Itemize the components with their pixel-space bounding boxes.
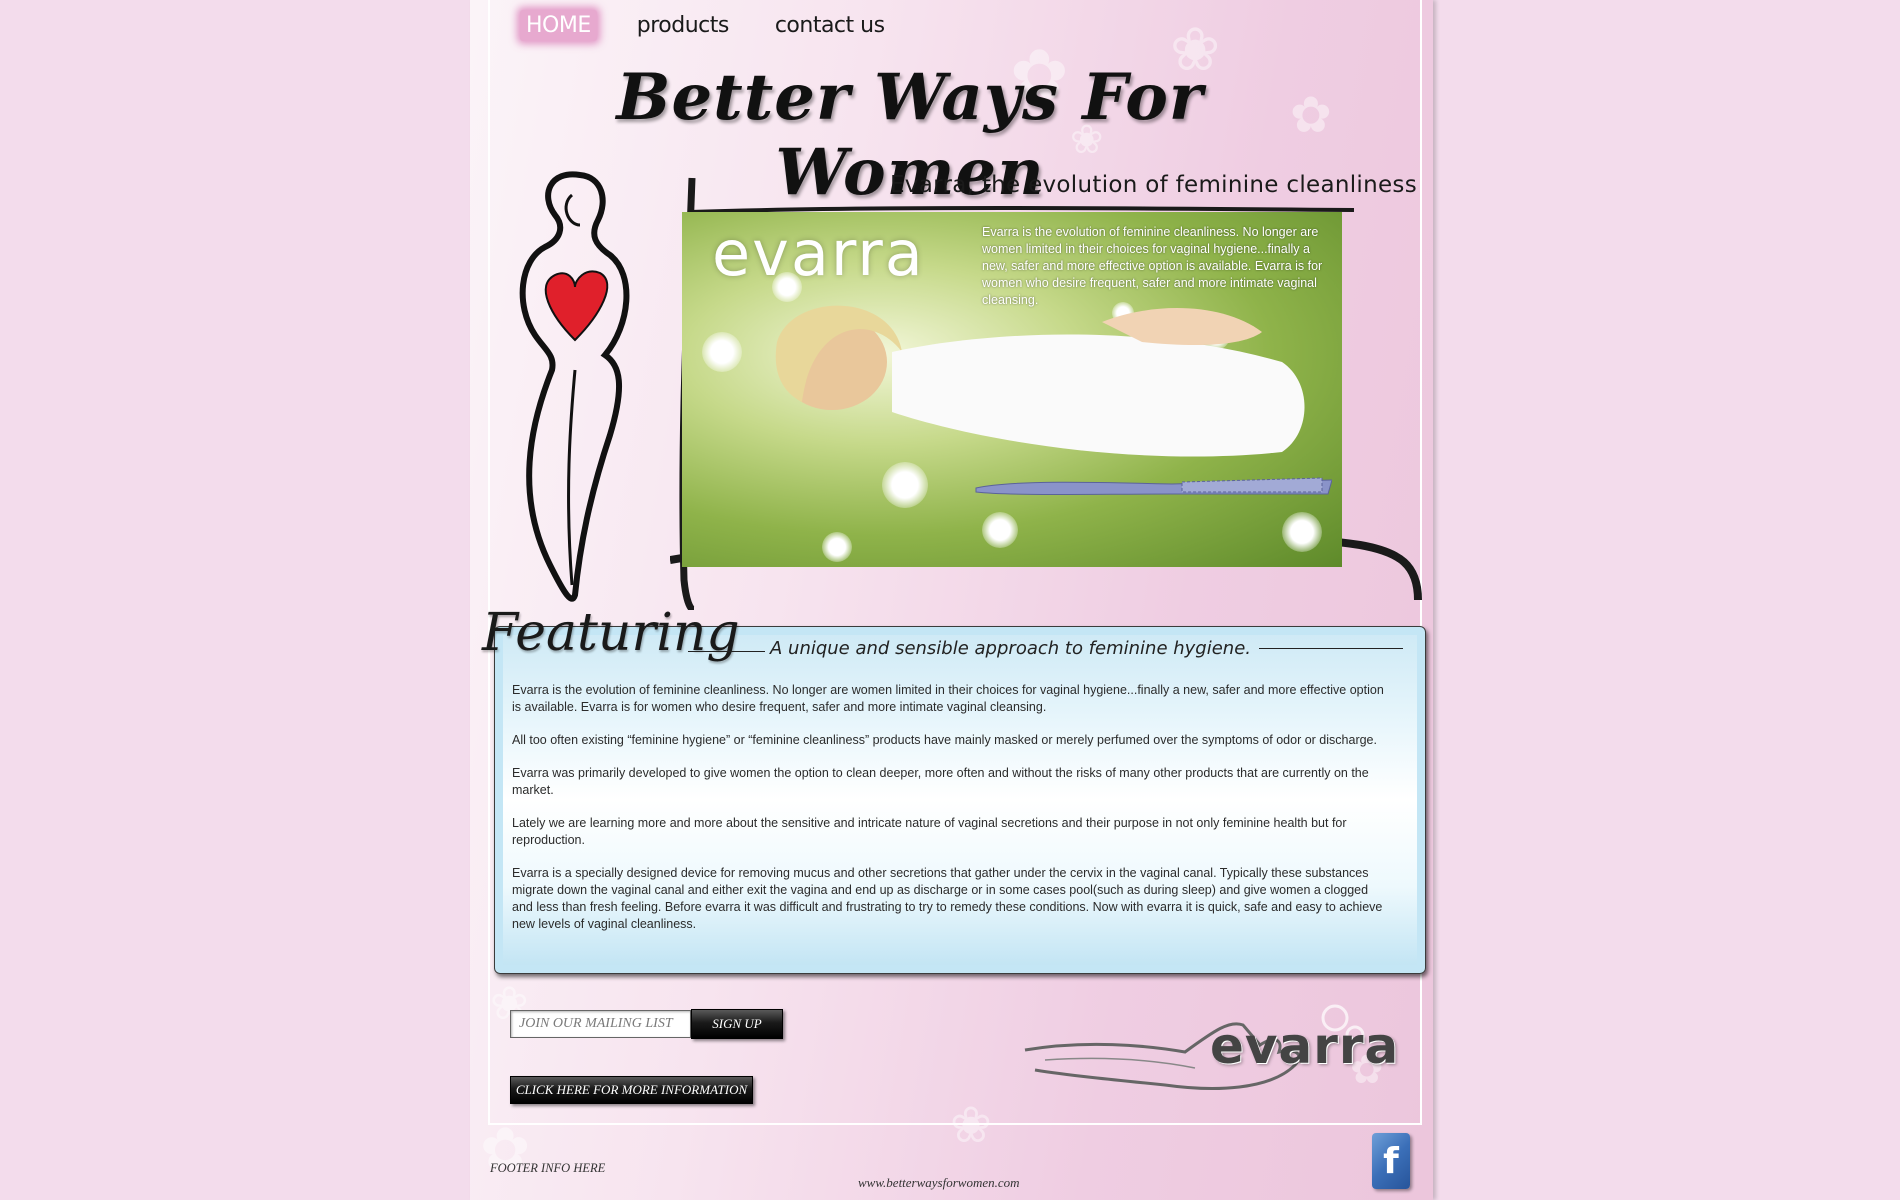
mailing-list-form: SIGN UP — [510, 1009, 783, 1039]
page-panel: ✿ ❀ ✿ ❀ ✿ ❀ ✿ ❀ HOME products contact us… — [470, 0, 1433, 1200]
hero-image: evarra Evarra is the evolution of femini… — [682, 212, 1342, 567]
nav-contact-us[interactable]: contact us — [769, 10, 891, 41]
facebook-icon[interactable]: f — [1372, 1133, 1410, 1189]
nav-products[interactable]: products — [631, 10, 735, 41]
featuring-paragraph: Evarra is the evolution of feminine clea… — [512, 683, 1384, 714]
mailing-list-input[interactable] — [510, 1010, 691, 1038]
footer-url-link[interactable]: www.betterwaysforwomen.com — [858, 1175, 1020, 1191]
dandelion — [822, 532, 852, 562]
featuring-paragraph: All too often existing “feminine hygiene… — [512, 733, 1377, 747]
featuring-subtitle: A unique and sensible approach to femini… — [770, 638, 1403, 659]
featuring-subtitle-text: A unique and sensible approach to femini… — [770, 638, 1251, 659]
flower-decoration: ✿ — [1290, 86, 1332, 144]
featuring-paragraph: Lately we are learning more and more abo… — [512, 816, 1347, 847]
divider — [688, 651, 765, 652]
featuring-paragraph: Evarra is a specially designed device fo… — [512, 866, 1383, 931]
featuring-body: Evarra is the evolution of feminine clea… — [512, 682, 1392, 949]
hero-description: Evarra is the evolution of feminine clea… — [982, 225, 1323, 307]
sign-up-button[interactable]: SIGN UP — [691, 1009, 783, 1039]
featuring-paragraph: Evarra was primarily developed to give w… — [512, 766, 1369, 797]
nav-home[interactable]: HOME — [520, 10, 597, 41]
main-nav: HOME products contact us — [520, 10, 891, 41]
divider — [1259, 648, 1403, 649]
footer-info: FOOTER INFO HERE — [490, 1161, 606, 1175]
dandelion — [982, 512, 1018, 548]
flower-decoration: ❀ — [950, 1096, 992, 1154]
bottom-brand-logo: evarra — [1210, 1017, 1400, 1075]
more-information-button[interactable]: CLICK HERE FOR MORE INFORMATION — [510, 1076, 753, 1104]
woman-in-field-image — [775, 305, 1305, 457]
woman-heart-logo — [519, 171, 630, 602]
dandelion — [1282, 512, 1322, 552]
featuring-title: Featuring — [482, 603, 740, 663]
evarra-device-image — [975, 477, 1332, 495]
hero-brand-logo: evarra — [712, 217, 925, 290]
